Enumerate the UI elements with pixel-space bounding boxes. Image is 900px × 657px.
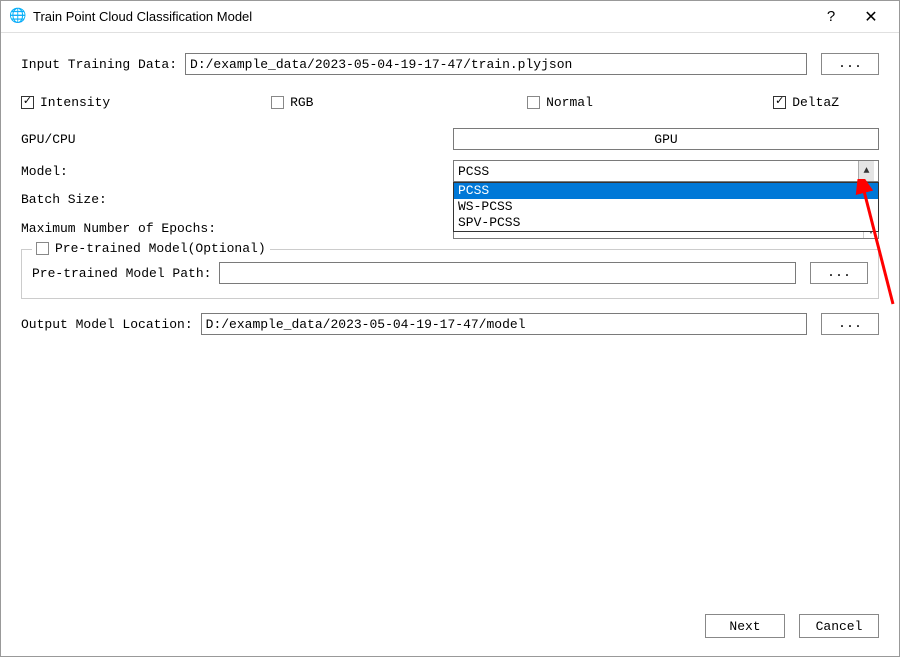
model-option-pcss[interactable]: PCSS [454, 183, 878, 199]
input-data-field[interactable] [185, 53, 807, 75]
output-field[interactable] [201, 313, 807, 335]
output-row: Output Model Location: ... [21, 313, 879, 335]
intensity-check-item: ✓ Intensity [21, 95, 231, 110]
model-option-ws-pcss[interactable]: WS-PCSS [454, 199, 878, 215]
rgb-check-item: RGB [271, 95, 487, 110]
gpu-cpu-label: GPU/CPU [21, 132, 76, 147]
close-button[interactable]: ✕ [851, 1, 891, 33]
pretrained-path-row: Pre-trained Model Path: ... [32, 262, 868, 284]
cancel-button[interactable]: Cancel [799, 614, 879, 638]
input-data-browse-button[interactable]: ... [821, 53, 879, 75]
dialog-buttons: Next Cancel [705, 614, 879, 638]
model-value: PCSS [458, 164, 858, 179]
pretrained-checkbox[interactable] [36, 242, 49, 255]
input-data-label: Input Training Data: [21, 57, 177, 72]
app-icon: 🌐 [9, 9, 25, 25]
pretrained-path-label: Pre-trained Model Path: [32, 266, 211, 281]
pretrained-legend: Pre-trained Model(Optional) [32, 241, 270, 256]
rgb-label: RGB [290, 95, 313, 110]
gpu-cpu-row: GPU/CPU GPU [21, 128, 879, 150]
model-row: Model: PCSS ▲ PCSS WS-PCSS SPV-PCSS [21, 160, 879, 182]
pretrained-legend-label: Pre-trained Model(Optional) [55, 241, 266, 256]
deltaz-label: DeltaZ [792, 95, 839, 110]
batch-size-label: Batch Size: [21, 192, 107, 207]
output-browse-button[interactable]: ... [821, 313, 879, 335]
deltaz-checkbox[interactable]: ✓ [773, 96, 786, 109]
model-combo[interactable]: PCSS ▲ PCSS WS-PCSS SPV-PCSS [453, 160, 879, 182]
model-dropdown: PCSS WS-PCSS SPV-PCSS [453, 182, 879, 232]
model-label: Model: [21, 164, 68, 179]
gpu-cpu-value: GPU [458, 132, 874, 147]
normal-checkbox[interactable] [527, 96, 540, 109]
gpu-cpu-combo[interactable]: GPU [453, 128, 879, 150]
normal-check-item: Normal [527, 95, 733, 110]
feature-checkboxes-row: ✓ Intensity RGB Normal ✓ DeltaZ [21, 95, 879, 110]
output-label: Output Model Location: [21, 317, 193, 332]
next-button[interactable]: Next [705, 614, 785, 638]
titlebar: 🌐 Train Point Cloud Classification Model… [1, 1, 899, 33]
deltaz-check-item: ✓ DeltaZ [773, 95, 839, 110]
window-title: Train Point Cloud Classification Model [33, 9, 811, 24]
normal-label: Normal [546, 95, 593, 110]
model-option-spv-pcss[interactable]: SPV-PCSS [454, 215, 878, 231]
rgb-checkbox[interactable] [271, 96, 284, 109]
pretrained-browse-button[interactable]: ... [810, 262, 868, 284]
pretrained-fieldset: Pre-trained Model(Optional) Pre-trained … [21, 249, 879, 299]
dialog-content: Input Training Data: ... ✓ Intensity RGB… [1, 33, 899, 335]
chevron-down-icon: ▲ [858, 161, 874, 181]
intensity-checkbox[interactable]: ✓ [21, 96, 34, 109]
help-button[interactable]: ? [811, 1, 851, 33]
input-data-row: Input Training Data: ... [21, 53, 879, 75]
intensity-label: Intensity [40, 95, 110, 110]
epochs-label: Maximum Number of Epochs: [21, 221, 216, 236]
pretrained-path-field[interactable] [219, 262, 796, 284]
